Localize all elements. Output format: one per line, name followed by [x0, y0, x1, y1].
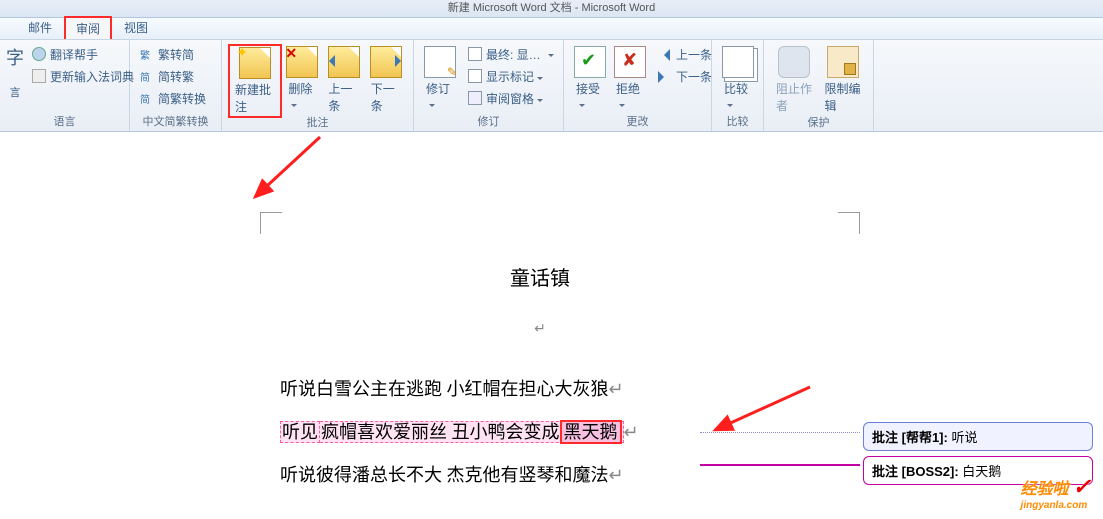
comment-text-1: 听说: [951, 430, 977, 445]
document-area[interactable]: 童话镇 ↵ 听说白雪公主在逃跑 小红帽在担心大灰狼↵ 听见疯帽喜欢爱丽丝 丑小鸭…: [0, 132, 1103, 519]
group-label-comments: 批注: [228, 114, 407, 132]
group-label-compare: 比较: [718, 113, 757, 131]
comment-connector-1: [700, 432, 860, 433]
group-tracking: ✎ 修订 最终: 显… 显示标记 审阅窗格 修订: [414, 40, 564, 131]
group-label-cn: 中文简繁转换: [136, 113, 215, 131]
track-changes-icon: ✎: [424, 46, 456, 78]
group-label-tracking: 修订: [420, 113, 557, 131]
comment-connector-2: [700, 464, 860, 466]
restrict-edit-button[interactable]: 限制编辑: [819, 44, 868, 116]
delete-comment-icon: ✕: [286, 46, 318, 78]
ime-icon: [32, 69, 46, 83]
prev-comment-icon: [328, 46, 360, 78]
group-language: 字 言 翻译帮手 更新输入法词典 语言: [0, 40, 130, 131]
fj-icon: 繁: [140, 47, 154, 61]
comment-range-1: 听见: [280, 421, 320, 443]
delete-comment-button[interactable]: ✕ 删除: [282, 44, 322, 113]
doc-line-1: 听说白雪公主在逃跑 小红帽在担心大灰狼↵: [280, 368, 804, 411]
next-change-icon: [658, 69, 672, 83]
watermark: 经验啦✓ jingyanla.com: [1021, 474, 1091, 511]
next-comment-icon: [370, 46, 402, 78]
translate-help-button[interactable]: 翻译帮手: [28, 44, 138, 64]
paragraph-mark: ↵: [260, 321, 820, 338]
block-authors-icon: [778, 46, 810, 78]
group-changes: 接受 拒绝 上一条 下一条 更改: [564, 40, 712, 131]
page[interactable]: 童话镇 ↵ 听说白雪公主在逃跑 小红帽在担心大灰狼↵ 听见疯帽喜欢爱丽丝 丑小鸭…: [260, 142, 820, 519]
prev-comment-button[interactable]: 上一条: [322, 44, 364, 116]
track-changes-button[interactable]: ✎ 修订: [420, 44, 460, 113]
new-comment-icon: ✦: [239, 47, 271, 79]
new-comment-button[interactable]: ✦ 新建批注: [228, 44, 282, 118]
comment-range-2: 疯帽喜欢爱丽丝 丑小鸭会变成黑天鹅: [320, 421, 624, 443]
group-comments: ✦ 新建批注 ✕ 删除 上一条 下一条 批注: [222, 40, 414, 131]
tab-mail[interactable]: 邮件: [16, 16, 64, 39]
group-cn-convert: 繁 繁转简 简 简转繁 简 简繁转换 中文简繁转换: [130, 40, 222, 131]
group-protect: 阻止作者 限制编辑 保护: [764, 40, 874, 131]
window-title-bar: 新建 Microsoft Word 文档 - Microsoft Word: [0, 0, 1103, 18]
comment-label-1: 批注 [帮帮1]:: [872, 430, 948, 445]
tab-view[interactable]: 视图: [112, 16, 160, 39]
block-authors-button[interactable]: 阻止作者: [770, 44, 819, 116]
jf-button[interactable]: 简 简转繁: [136, 66, 210, 86]
jf-icon: 简: [140, 69, 154, 83]
next-change-button[interactable]: 下一条: [654, 66, 716, 86]
show-markup-dropdown[interactable]: 显示标记: [464, 66, 558, 86]
comment-text-2: 白天鹅: [962, 464, 1001, 479]
window-title: 新建 Microsoft Word 文档 - Microsoft Word: [448, 2, 655, 14]
ribbon-tabs: 邮件 审阅 视图: [0, 18, 1103, 40]
group-label-changes: 更改: [570, 113, 705, 131]
group-label-protect: 保护: [770, 114, 867, 132]
accept-icon: [574, 46, 606, 78]
update-ime-button[interactable]: 更新输入法词典: [28, 66, 138, 86]
reject-button[interactable]: 拒绝: [610, 44, 650, 113]
review-pane-dropdown[interactable]: 审阅窗格: [464, 88, 558, 108]
display-mode-dropdown[interactable]: 最终: 显…: [464, 44, 558, 64]
margin-corner-tl: [260, 212, 282, 234]
comment-label-2: 批注 [BOSS2]:: [872, 464, 959, 479]
jfzh-icon: 简: [140, 91, 154, 105]
jfzh-button[interactable]: 简 简繁转换: [136, 88, 210, 108]
doc-title: 童话镇: [260, 262, 820, 291]
accept-button[interactable]: 接受: [570, 44, 610, 113]
selected-text: 黑天鹅: [560, 420, 622, 444]
group-label-language: 语言: [6, 113, 123, 131]
compare-button[interactable]: 比较: [718, 44, 758, 113]
reject-icon: [614, 46, 646, 78]
margin-corner-tr: [838, 212, 860, 234]
display-mode-icon: [468, 47, 482, 61]
ribbon: 字 言 翻译帮手 更新输入法词典 语言 繁 繁转简: [0, 40, 1103, 132]
group-compare: 比较 比较: [712, 40, 764, 131]
tab-review[interactable]: 审阅: [64, 16, 112, 39]
prev-change-icon: [658, 47, 672, 61]
restrict-edit-icon: [827, 46, 859, 78]
prev-change-button[interactable]: 上一条: [654, 44, 716, 64]
globe-icon: [32, 47, 46, 61]
comment-balloon-1[interactable]: 批注 [帮帮1]: 听说: [863, 422, 1093, 451]
compare-icon: [722, 46, 754, 78]
next-comment-button[interactable]: 下一条: [365, 44, 407, 116]
doc-line-3: 听说彼得潘总长不大 杰克他有竖琴和魔法↵: [280, 454, 804, 497]
show-markup-icon: [468, 69, 482, 83]
fj-button[interactable]: 繁 繁转简: [136, 44, 210, 64]
review-pane-icon: [468, 91, 482, 105]
